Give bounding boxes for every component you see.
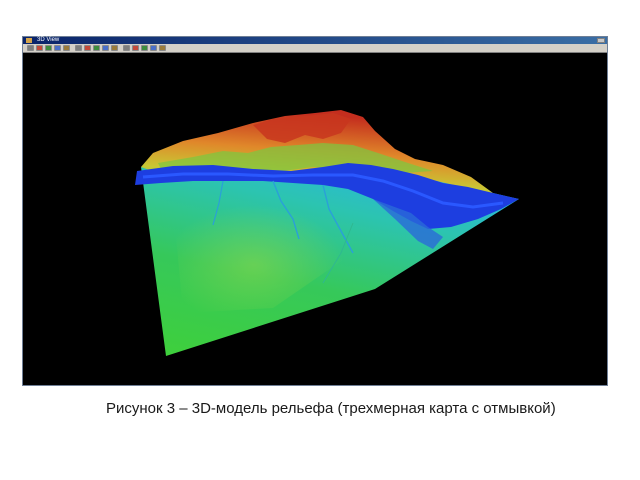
figure-caption: Рисунок 3 – 3D-модель рельефа (трехмерна… (106, 400, 556, 417)
toolbar-tool-icon[interactable] (63, 45, 70, 51)
toolbar-tool-icon[interactable] (132, 45, 139, 51)
3d-viewer-window: 3D View (22, 36, 608, 386)
toolbar-tool-icon[interactable] (36, 45, 43, 51)
toolbar-tool-icon[interactable] (93, 45, 100, 51)
toolbar-tool-icon[interactable] (54, 45, 61, 51)
toolbar-tool-icon[interactable] (123, 45, 130, 51)
toolbar-tool-icon[interactable] (45, 45, 52, 51)
toolbar-tool-icon[interactable] (111, 45, 118, 51)
app-icon (26, 38, 32, 43)
viewer-toolbar (23, 44, 607, 53)
toolbar-tool-icon[interactable] (27, 45, 34, 51)
window-titlebar[interactable]: 3D View (23, 37, 607, 44)
toolbar-tool-icon[interactable] (159, 45, 166, 51)
toolbar-tool-icon[interactable] (84, 45, 91, 51)
close-button[interactable] (597, 38, 605, 43)
toolbar-tool-icon[interactable] (150, 45, 157, 51)
toolbar-tool-icon[interactable] (102, 45, 109, 51)
window-title: 3D View (37, 37, 60, 43)
toolbar-tool-icon[interactable] (75, 45, 82, 51)
terrain-render (135, 110, 519, 356)
toolbar-tool-icon[interactable] (141, 45, 148, 51)
terrain-3d-viewport[interactable] (23, 53, 607, 385)
